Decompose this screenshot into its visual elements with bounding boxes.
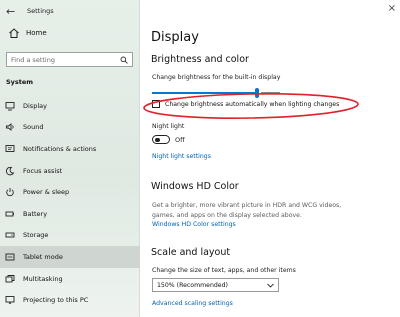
notifications-icon (5, 145, 14, 152)
sidebar-item-power-sleep[interactable]: Power & sleep (0, 181, 140, 203)
page-title: Display (151, 30, 199, 45)
sidebar-item-display[interactable]: Display (0, 95, 140, 117)
settings-content: × Display Brightness and color Change br… (141, 0, 400, 317)
projecting-icon (5, 296, 14, 305)
brightness-slider-label: Change brightness for the built-in displ… (152, 74, 281, 81)
window-title: Settings (27, 7, 54, 15)
night-light-toggle[interactable] (152, 135, 170, 144)
night-light-settings-link[interactable]: Night light settings (152, 153, 211, 160)
sidebar-item-label: Tablet mode (23, 252, 63, 261)
close-window-button[interactable]: × (388, 3, 396, 14)
hdr-heading: Windows HD Color (151, 181, 239, 192)
hdr-description: Get a brighter, more vibrant picture in … (152, 202, 342, 219)
battery-icon (5, 211, 14, 217)
sidebar-item-battery[interactable]: Battery (0, 203, 140, 225)
sidebar-item-tablet-mode[interactable]: Tablet mode (0, 246, 140, 268)
search-placeholder: Find a setting (11, 55, 55, 64)
sidebar-item-sound[interactable]: Sound (0, 117, 140, 139)
multitasking-icon (5, 274, 14, 282)
brightness-heading: Brightness and color (151, 54, 249, 65)
red-annotation-ellipse (143, 93, 359, 119)
search-input[interactable]: Find a setting (6, 52, 133, 67)
night-light-state: Off (175, 135, 185, 144)
sidebar-nav: Display Sound Notifications & actions Fo… (0, 95, 140, 311)
tablet-icon (5, 253, 14, 261)
sidebar-item-label: Projecting to this PC (23, 296, 89, 305)
sidebar-item-notifications[interactable]: Notifications & actions (0, 138, 140, 160)
night-light-toggle-row: Off (152, 135, 185, 144)
moon-icon (5, 166, 14, 175)
scale-heading: Scale and layout (151, 247, 231, 258)
sidebar-item-multitasking[interactable]: Multitasking (0, 268, 140, 290)
sidebar-item-label: Sound (23, 123, 44, 132)
sidebar-item-label: Multitasking (23, 274, 63, 283)
home-icon (9, 28, 19, 38)
sidebar-item-focus-assist[interactable]: Focus assist (0, 160, 140, 182)
sidebar-item-label: Battery (23, 209, 48, 218)
scale-label: Change the size of text, apps, and other… (152, 267, 296, 274)
storage-icon (5, 232, 14, 238)
section-heading: System (6, 78, 34, 86)
settings-sidebar: ← Settings Home Find a setting System Di… (0, 0, 140, 317)
power-icon (5, 188, 14, 197)
sidebar-item-label: Storage (23, 231, 49, 240)
sidebar-item-projecting[interactable]: Projecting to this PC (0, 289, 140, 311)
home-label: Home (26, 29, 47, 37)
scale-dropdown[interactable]: 150% (Recommended) (152, 278, 279, 292)
monitor-icon (5, 101, 14, 111)
sidebar-item-storage[interactable]: Storage (0, 225, 140, 247)
back-arrow-icon[interactable]: ← (6, 5, 18, 18)
sidebar-item-label: Notifications & actions (23, 144, 97, 153)
speaker-icon (5, 123, 13, 132)
search-icon (120, 56, 128, 64)
hdr-settings-link[interactable]: Windows HD Color settings (152, 221, 236, 228)
advanced-scaling-link[interactable]: Advanced scaling settings (152, 300, 233, 307)
sidebar-item-label: Display (23, 101, 47, 110)
sidebar-item-label: Power & sleep (23, 188, 70, 197)
title-bar: ← Settings (0, 0, 139, 22)
sidebar-item-label: Focus assist (23, 166, 63, 175)
chevron-down-icon (267, 283, 274, 288)
home-nav-item[interactable]: Home (0, 22, 139, 44)
night-light-label: Night light (152, 123, 185, 130)
scale-selected-value: 150% (Recommended) (157, 281, 228, 289)
